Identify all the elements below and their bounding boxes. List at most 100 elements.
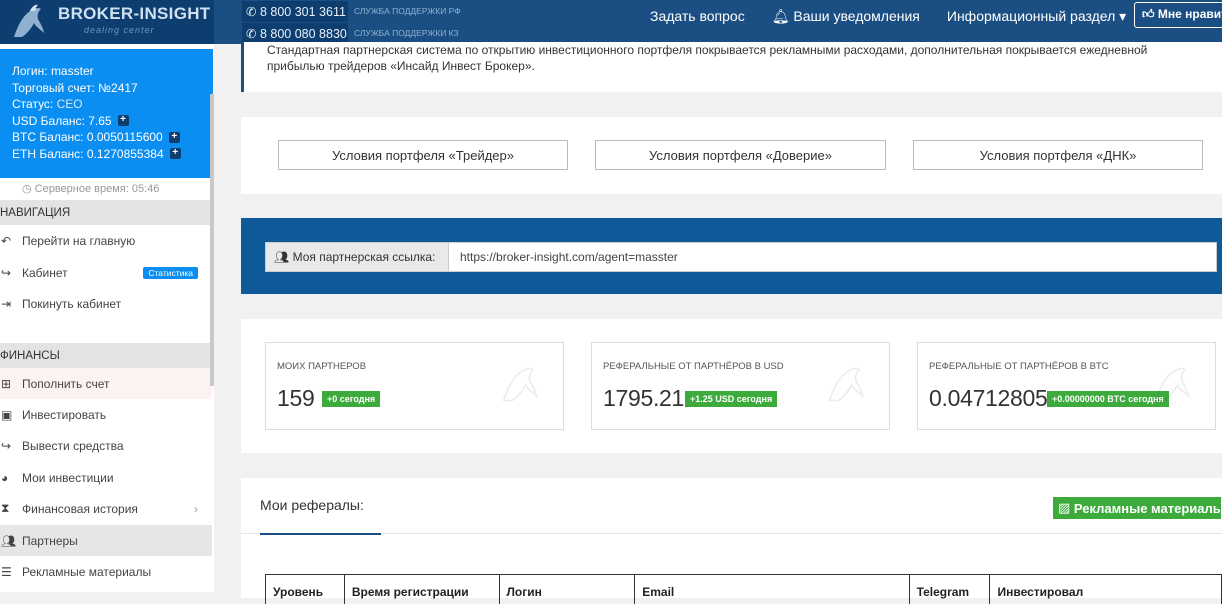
sidebar-item-finance-history[interactable]: ⧗ Финансовая история › [0, 493, 212, 524]
login-row: Логин: masster [12, 64, 94, 78]
trader-portfolio-button[interactable]: Условия портфеля «Трейдер» [278, 140, 568, 170]
ad-materials-button[interactable]: ▨ Рекламные материалы [1053, 497, 1222, 519]
phone-kz: ✆ 8 800 080 8830 СЛУЖБА ПОДДЕРЖКИ КЗ [242, 22, 461, 44]
referral-link-card: 👥︎ Моя партнерская ссылка: https://broke… [241, 218, 1222, 294]
thumbs-up-icon: 👍︎ [1142, 7, 1155, 21]
stat-value: 159 [277, 385, 315, 411]
column-header[interactable]: Логин [500, 575, 636, 604]
plus-square-icon: ⊞ [1, 376, 12, 391]
btc-balance-row: BTC Баланс: 0.0050115600 + [12, 129, 213, 146]
logo-horse-icon [14, 4, 44, 37]
btc-balance: 0.0050115600 [86, 130, 163, 144]
users-icon: 👥︎ [1, 533, 17, 548]
horse-watermark-icon [502, 367, 538, 402]
status-row: Статус: CEO [12, 97, 83, 111]
stat-title: РЕФЕРАЛЬНЫЕ ОТ ПАРТНЁРОВ В USD [603, 361, 784, 372]
main-content: Стандартная партнерская система по откры… [214, 42, 1222, 604]
sidebar-item-ad-materials[interactable]: ☰ Рекламные материалы [0, 556, 212, 587]
top-nav: Задать вопрос 🔔︎ Ваши уведомления Информ… [650, 0, 1153, 32]
logo-subtitle: dealing center [84, 25, 155, 35]
info-text: прибылью трейдеров «Инсайд Инвест Брокер… [267, 59, 535, 73]
add-eth-button[interactable]: + [169, 148, 181, 160]
share-icon: ↪ [1, 438, 12, 453]
referral-link-label: 👥︎ Моя партнерская ссылка: [265, 242, 449, 272]
sidebar-item-invest[interactable]: ▣ Инвестировать [0, 399, 212, 430]
statistics-badge[interactable]: Статистика [143, 266, 198, 279]
divider [241, 533, 1222, 534]
stat-title: МОИХ ПАРТНЕРОВ [277, 361, 367, 372]
usd-balance: 7.65 [88, 113, 112, 128]
login-value: masster [50, 64, 94, 78]
phone-icon: ✆ [246, 4, 260, 19]
stat-value: 1795.21 [603, 385, 685, 411]
stat-value: 0.04712805 [929, 385, 1048, 411]
pie-chart-icon: ◕ [1, 470, 9, 485]
like-button[interactable]: 👍︎ Мне нравится [1134, 2, 1222, 28]
info-card: Стандартная партнерская система по откры… [241, 42, 1222, 92]
horse-watermark-icon [1154, 367, 1190, 402]
navigation-heading: НАВИГАЦИЯ [0, 200, 212, 225]
trust-portfolio-button[interactable]: Условия портфеля «Доверие» [595, 140, 886, 170]
partners-count-stat: МОИХ ПАРТНЕРОВ 159 +0 сегодня [265, 342, 564, 430]
list-icon: ☰ [1, 564, 12, 579]
sidebar-item-deposit[interactable]: ⊞ Пополнить счет [0, 368, 212, 399]
logo[interactable]: BROKER-INSIGHT dealing center [0, 0, 214, 44]
account-value: №2417 [98, 80, 138, 95]
dnk-portfolio-button[interactable]: Условия портфеля «ДНК» [913, 140, 1203, 170]
column-header[interactable]: Время регистрации [345, 575, 500, 604]
users-icon: 👥︎ [274, 250, 293, 264]
phone-icon: ✆ [246, 26, 260, 41]
stat-badge: +0 сегодня [322, 391, 381, 407]
hourglass-icon: ⧗ [1, 501, 10, 515]
top-bar: BROKER-INSIGHT dealing center ✆ 8 800 30… [0, 0, 1222, 44]
referrals-table-header: Уровень Время регистрации Логин Email Te… [265, 574, 1222, 604]
phone-number[interactable]: ✆ 8 800 301 3611 [242, 0, 348, 22]
column-header[interactable]: Уровень [266, 575, 345, 604]
caret-down-icon: ▾ [1119, 7, 1127, 24]
referral-btc-stat: РЕФЕРАЛЬНЫЕ ОТ ПАРТНЁРОВ В BTC 0.0471280… [917, 342, 1216, 430]
logo-text: BROKER-INSIGHT [58, 4, 211, 23]
notifications-link[interactable]: 🔔︎ Ваши уведомления [772, 8, 920, 25]
reply-icon: ↶ [1, 233, 12, 248]
share-icon: ↪ [1, 265, 12, 280]
active-tab-underline [260, 533, 381, 535]
sidebar-item-partners[interactable]: 👥︎ Партнеры [0, 525, 212, 556]
phone-label: СЛУЖБА ПОДДЕРЖКИ КЗ [354, 28, 459, 38]
clock-icon: ◷ [22, 183, 35, 195]
image-icon: ▨ [1058, 500, 1074, 515]
column-header[interactable]: Email [635, 575, 910, 604]
add-usd-button[interactable]: + [117, 115, 129, 127]
portfolio-conditions-card: Условия портфеля «Трейдер» Условия портф… [241, 117, 1222, 194]
sidebar-item-logout[interactable]: ⇥ Покинуть кабинет [0, 288, 212, 319]
info-text: Стандартная партнерская система по откры… [267, 43, 1148, 57]
referral-usd-stat: РЕФЕРАЛЬНЫЕ ОТ ПАРТНЁРОВ В USD 1795.21 +… [591, 342, 890, 430]
chevron-right-icon: › [194, 501, 198, 516]
info-section-dropdown[interactable]: Информационный раздел ▾ [947, 8, 1126, 25]
referrals-title[interactable]: Мои рефералы: [260, 497, 364, 513]
stats-card: МОИХ ПАРТНЕРОВ 159 +0 сегодня РЕФЕРАЛЬНЫ… [241, 319, 1222, 453]
ask-question-link[interactable]: Задать вопрос [650, 8, 745, 24]
eth-balance-row: ETH Баланс: 0.1270855384 + [12, 146, 213, 163]
finance-heading: ФИНАНСЫ [0, 343, 212, 368]
briefcase-icon: ▣ [1, 407, 13, 422]
column-header[interactable]: Telegram [910, 575, 991, 604]
sidebar-item-cabinet[interactable]: ↪ Кабинет Статистика [0, 257, 212, 288]
sidebar-item-my-investments[interactable]: ◕ Мои инвестиции [0, 462, 212, 493]
sidebar: Логин: masster Торговый счет: №2417 Стат… [0, 44, 214, 592]
column-header[interactable]: Инвестировал [990, 575, 1221, 604]
phone-number[interactable]: ✆ 8 800 080 8830 [242, 22, 348, 44]
sidebar-item-withdraw[interactable]: ↪ Вывести средства [0, 430, 212, 461]
phone-label: СЛУЖБА ПОДДЕРЖКИ РФ [354, 6, 461, 16]
eth-balance: 0.1270855384 [86, 146, 164, 161]
phone-rf: ✆ 8 800 301 3611 СЛУЖБА ПОДДЕРЖКИ РФ [242, 0, 461, 22]
my-referrals-card: Мои рефералы: ▨ Рекламные материалы Уров… [241, 478, 1222, 604]
account-row: Торговый счет: №2417 [12, 80, 138, 95]
sidebar-item-home[interactable]: ↶ Перейти на главную [0, 225, 212, 256]
add-btc-button[interactable]: + [168, 131, 180, 143]
horse-watermark-icon [828, 367, 864, 402]
status-value: CEO [56, 97, 83, 111]
server-time: ◷ Серверное время: 05:46 [22, 183, 160, 195]
sign-out-icon: ⇥ [1, 296, 12, 311]
referral-link-input[interactable]: https://broker-insight.com/agent=masster [448, 242, 1217, 272]
usd-balance-row: USD Баланс: 7.65 + [12, 113, 213, 130]
